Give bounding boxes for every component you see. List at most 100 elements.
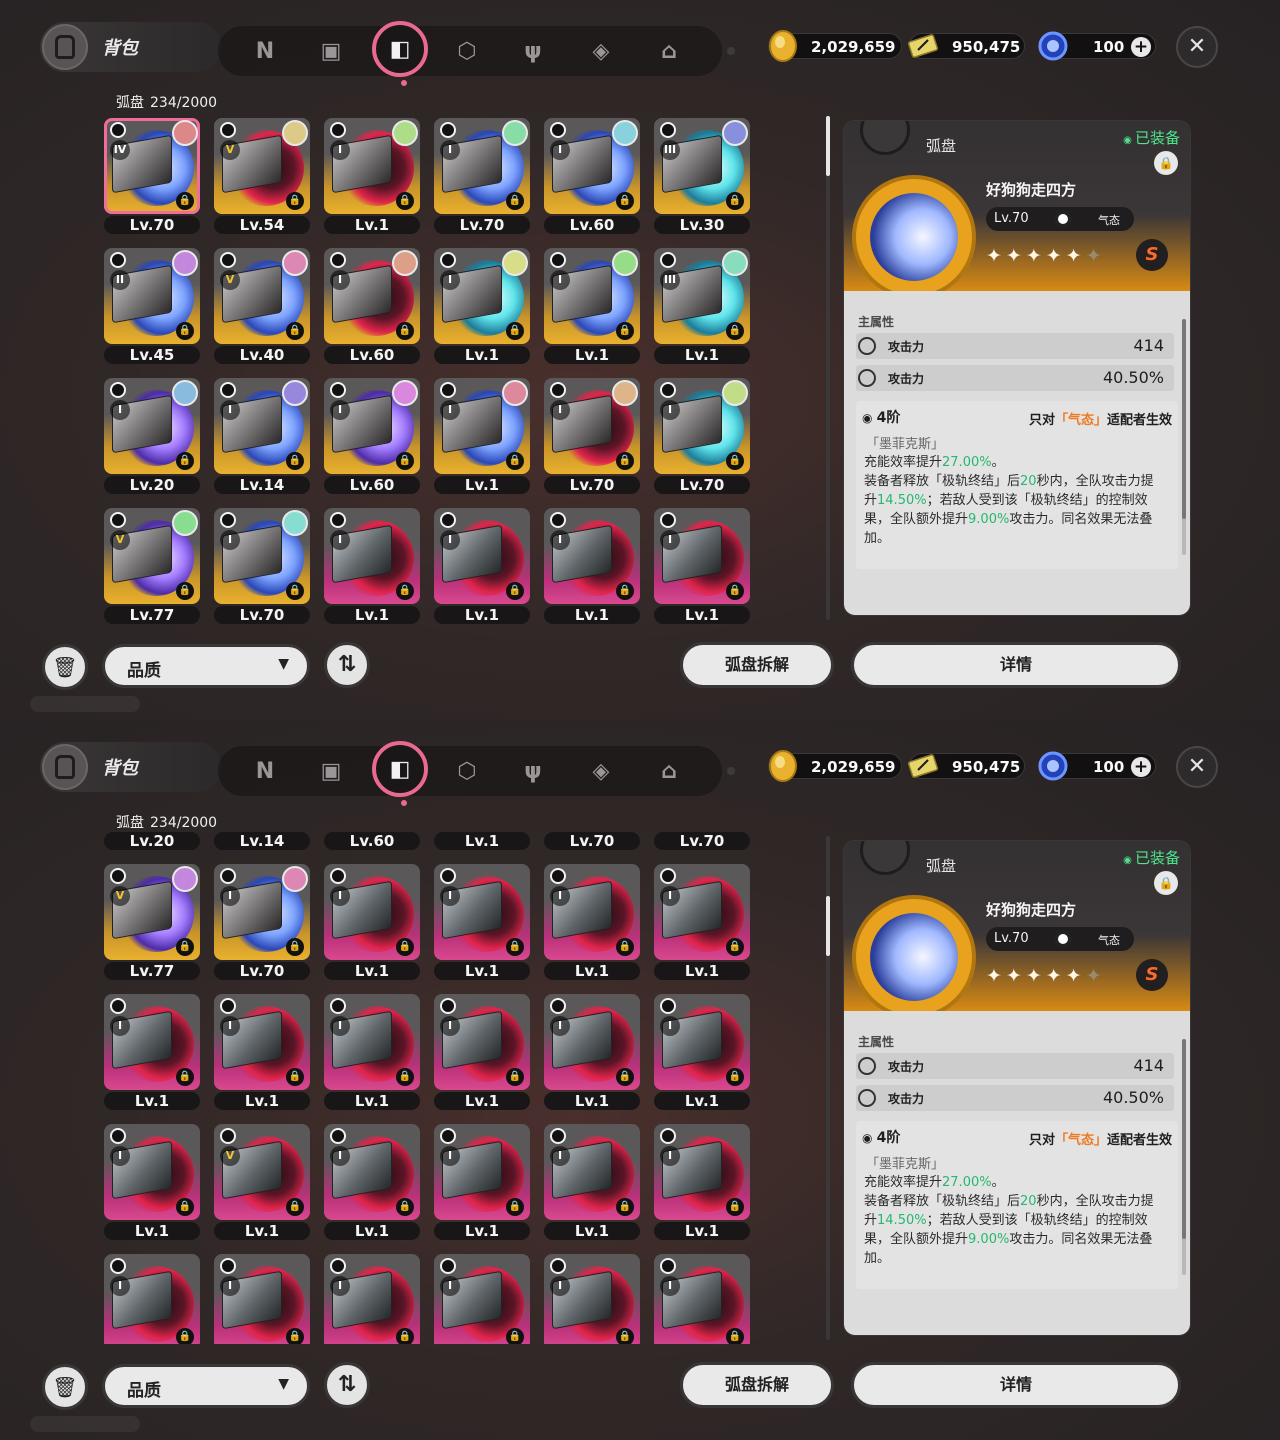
disc-cell[interactable]: 🔒Lv.14: [210, 832, 310, 852]
disc-cell[interactable]: I 🔒: [430, 1248, 530, 1344]
shield-s-icon[interactable]: ◈: [584, 754, 618, 788]
disc-card[interactable]: I 🔒: [434, 378, 530, 474]
dismantle-button[interactable]: 弧盘拆解: [680, 642, 834, 688]
disc-card[interactable]: IV 🔒: [104, 118, 200, 214]
lock-icon[interactable]: 🔒: [396, 582, 414, 600]
lock-icon[interactable]: 🔒: [176, 322, 194, 340]
disc-card[interactable]: I 🔒: [434, 994, 530, 1090]
lock-icon[interactable]: 🔒: [726, 582, 744, 600]
disc-cell[interactable]: I 🔒 Lv.1: [650, 502, 750, 624]
disc-card[interactable]: I 🔒: [544, 1254, 640, 1344]
lock-icon[interactable]: 🔒: [286, 938, 304, 956]
home-icon[interactable]: ⌂: [652, 754, 686, 788]
disc-card[interactable]: I 🔒: [654, 1124, 750, 1220]
disc-card[interactable]: I 🔒: [434, 1124, 530, 1220]
disc-card[interactable]: I 🔒: [324, 248, 420, 344]
fork-knife-icon[interactable]: ψ: [516, 754, 550, 788]
disc-cell[interactable]: I 🔒 Lv.1: [320, 1118, 420, 1242]
lock-icon[interactable]: 🔒: [176, 1328, 194, 1344]
cube-icon[interactable]: ⬡: [450, 34, 484, 68]
grid-scroll-thumb[interactable]: [826, 116, 830, 176]
lock-icon[interactable]: 🔒: [176, 1198, 194, 1216]
detail-scrollbar[interactable]: [1182, 1039, 1186, 1275]
disc-card[interactable]: I 🔒: [544, 118, 640, 214]
disc-cell[interactable]: I 🔒 Lv.1: [430, 502, 530, 624]
disc-card[interactable]: I 🔒: [214, 864, 310, 960]
lock-icon[interactable]: 🔒: [616, 938, 634, 956]
disc-cell[interactable]: I 🔒 Lv.1: [100, 988, 200, 1112]
disc-cell[interactable]: I 🔒 Lv.1: [210, 988, 310, 1112]
disc-cell[interactable]: I 🔒 Lv.1: [430, 1118, 530, 1242]
disc-card[interactable]: V 🔒: [214, 248, 310, 344]
disc-cell[interactable]: I 🔒: [210, 1248, 310, 1344]
lock-icon[interactable]: 🔒: [396, 322, 414, 340]
lock-icon[interactable]: 🔒: [176, 192, 194, 210]
disc-cell[interactable]: I 🔒 Lv.1: [320, 502, 420, 624]
lock-icon[interactable]: 🔒: [396, 1328, 414, 1344]
lock-icon[interactable]: 🔒: [726, 192, 744, 210]
fork-knife-icon[interactable]: ψ: [516, 34, 550, 68]
lock-icon[interactable]: 🔒: [506, 938, 524, 956]
disc-cell[interactable]: I 🔒 Lv.70: [210, 502, 310, 624]
bag-tab[interactable]: 背包: [40, 742, 222, 792]
grid-scroll-thumb[interactable]: [826, 896, 830, 956]
disc-card[interactable]: III 🔒: [654, 118, 750, 214]
lock-icon[interactable]: 🔒: [616, 192, 634, 210]
disc-card[interactable]: II 🔒: [104, 248, 200, 344]
disc-cell[interactable]: I 🔒 Lv.1: [430, 858, 530, 982]
disc-cell[interactable]: I 🔒 Lv.1: [540, 1118, 640, 1242]
disc-cell[interactable]: I 🔒 Lv.60: [320, 372, 420, 496]
disc-cell[interactable]: I 🔒 Lv.1: [540, 988, 640, 1112]
lock-icon[interactable]: 🔒: [616, 322, 634, 340]
disc-card[interactable]: I 🔒: [654, 1254, 750, 1344]
lock-icon[interactable]: 🔒: [726, 1068, 744, 1086]
disc-card[interactable]: I 🔒: [214, 994, 310, 1090]
disc-cell[interactable]: I 🔒 Lv.1: [430, 988, 530, 1112]
lock-icon[interactable]: 🔒: [726, 452, 744, 470]
disc-cell[interactable]: IV 🔒 Lv.70: [100, 112, 200, 236]
disc-card[interactable]: I 🔒: [434, 864, 530, 960]
lock-icon[interactable]: 🔒: [176, 582, 194, 600]
disc-card[interactable]: I 🔒: [214, 378, 310, 474]
lock-icon[interactable]: 🔒: [286, 322, 304, 340]
disc-cell[interactable]: 🔒Lv.1: [430, 832, 530, 852]
disc-cell[interactable]: V 🔒 Lv.77: [100, 858, 200, 982]
disc-cell[interactable]: II 🔒 Lv.45: [100, 242, 200, 366]
disc-cell[interactable]: V 🔒 Lv.40: [210, 242, 310, 366]
lock-icon[interactable]: 🔒: [616, 1198, 634, 1216]
disc-card[interactable]: I 🔒: [324, 994, 420, 1090]
lock-icon[interactable]: 🔒: [726, 938, 744, 956]
disc-card[interactable]: I 🔒: [104, 994, 200, 1090]
disc-cell[interactable]: I 🔒: [540, 1248, 640, 1344]
disc-cell[interactable]: I 🔒 Lv.70: [210, 858, 310, 982]
lock-icon[interactable]: 🔒: [726, 1198, 744, 1216]
lock-icon[interactable]: 🔒: [506, 1198, 524, 1216]
disc-card[interactable]: I 🔒: [654, 864, 750, 960]
disc-card[interactable]: I 🔒: [324, 508, 420, 604]
disc-grid-viewport[interactable]: IV 🔒 Lv.70 V 🔒 Lv.54 I 🔒 Lv.1 I 🔒 Lv.70 I 🔒 Lv.60 III 🔒 L…: [100, 112, 760, 624]
disc-case-icon[interactable]: ◧: [372, 21, 428, 77]
disc-card[interactable]: I 🔒: [434, 508, 530, 604]
disc-cell[interactable]: I 🔒 Lv.1: [320, 988, 420, 1112]
disc-cell[interactable]: I 🔒: [100, 1248, 200, 1344]
lock-icon[interactable]: 🔒: [286, 582, 304, 600]
disc-cell[interactable]: I 🔒 Lv.1: [540, 858, 640, 982]
disc-cell[interactable]: I 🔒 Lv.1: [320, 112, 420, 236]
disc-card[interactable]: III 🔒: [654, 248, 750, 344]
handheld-icon[interactable]: ▣: [314, 754, 348, 788]
disc-card[interactable]: I 🔒: [104, 1124, 200, 1220]
lock-icon[interactable]: 🔒: [176, 452, 194, 470]
disc-grid-viewport[interactable]: 🔒Lv.20🔒Lv.14🔒Lv.60🔒Lv.1🔒Lv.70🔒Lv.70V🔒Lv.…: [100, 832, 760, 1344]
disc-card[interactable]: I 🔒: [544, 508, 640, 604]
disc-card[interactable]: V 🔒: [214, 1124, 310, 1220]
disc-case-icon[interactable]: ◧: [372, 741, 428, 797]
lock-icon[interactable]: 🔒: [396, 452, 414, 470]
disc-card[interactable]: V 🔒: [104, 864, 200, 960]
lock-icon[interactable]: 🔒: [286, 1068, 304, 1086]
disc-cell[interactable]: I 🔒 Lv.1: [650, 988, 750, 1112]
lock-icon[interactable]: 🔒: [616, 582, 634, 600]
lock-icon[interactable]: 🔒: [1154, 871, 1178, 895]
disc-card[interactable]: I 🔒: [654, 994, 750, 1090]
lock-icon[interactable]: 🔒: [726, 322, 744, 340]
disc-card[interactable]: I 🔒: [104, 378, 200, 474]
